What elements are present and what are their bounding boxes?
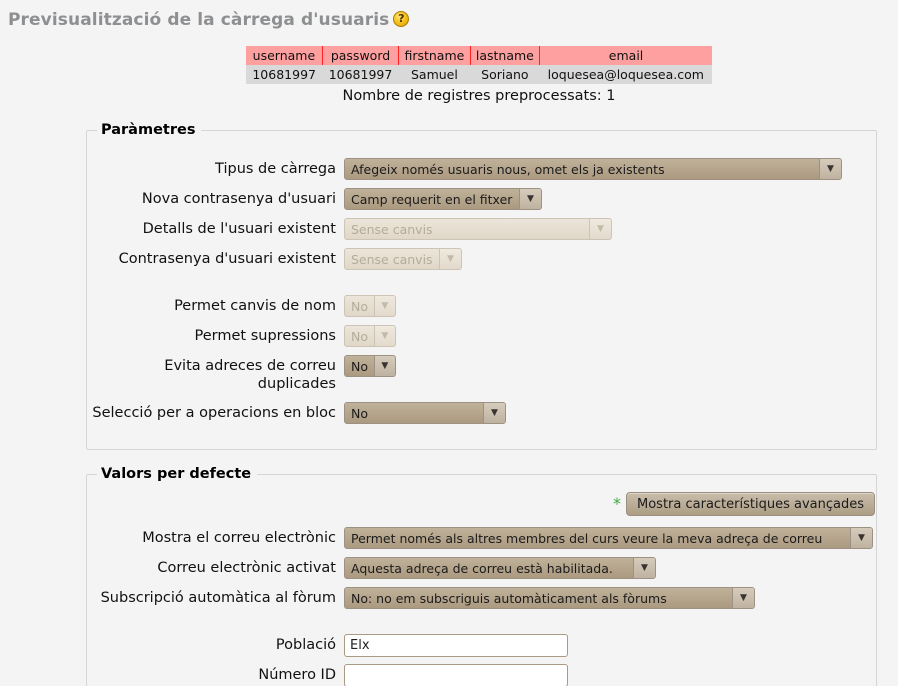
permet-supressions-selected-value: No [345,326,374,346]
label-mostra-el-correu-electronic: Mostra el correu electrònic [142,530,336,546]
column-header-password: password [322,46,400,65]
poblacio-input[interactable] [344,634,568,657]
control-permet-canvis-de-nom: No ▼ [344,295,396,317]
control-correu-electronic-activat: Aquesta adreça de correu està habilitada… [344,557,656,579]
label-permet-supressions: Permet supressions [194,328,336,344]
required-marker-icon: * [613,494,621,513]
label-contrasenya-dusuari-existent: Contrasenya d'usuari existent [118,251,336,267]
label-seleccio-per-a-operacions-en-bloc: Selecció per a operacions en bloc [92,405,336,421]
tipus-de-carrega-select[interactable]: Afegeix només usuaris nous, omet els ja … [344,158,842,180]
chevron-down-icon[interactable]: ▼ [732,588,754,608]
chevron-down-icon[interactable]: ▼ [850,528,872,548]
contrasenya-dusuari-existent-select: Sense canvis ▼ [344,248,462,270]
nova-contrasenya-dusuari-selected-value: Camp requerit en el fitxer [345,189,519,209]
tipus-de-carrega-selected-value: Afegeix només usuaris nous, omet els ja … [345,159,819,179]
control-mostra-el-correu-electronic: Permet només als altres membres del curs… [344,527,873,549]
label-numero-id: Número ID [258,667,336,683]
chevron-down-icon: ▼ [373,326,395,346]
table-row: 10681997 10681997 Samuel Soriano loquese… [246,65,712,84]
seleccio-per-a-operacions-en-bloc-selected-value: No [345,403,483,423]
control-contrasenya-dusuari-existent: Sense canvis ▼ [344,248,462,270]
permet-canvis-de-nom-selected-value: No [345,296,374,316]
control-permet-supressions: No ▼ [344,325,396,347]
label-detalls-de-lusuari-existent: Detalls de l'usuari existent [142,221,336,237]
correu-electronic-activat-select[interactable]: Aquesta adreça de correu està habilitada… [344,557,656,579]
chevron-down-icon[interactable]: ▼ [483,403,505,423]
numero-id-input[interactable] [344,664,568,686]
cell-username: 10681997 [246,65,323,84]
chevron-down-icon[interactable]: ▼ [519,189,541,209]
control-detalls-de-lusuari-existent: Sense canvis ▼ [344,218,612,240]
chevron-down-icon: ▼ [589,219,611,239]
preview-table-container: username password firstname lastname ema… [246,46,712,104]
chevron-down-icon: ▼ [373,296,395,316]
contrasenya-dusuari-existent-selected-value: Sense canvis [345,249,439,269]
evita-adreces-de-correu-duplicades-selected-value: No [345,356,374,376]
control-poblacio [344,634,568,657]
user-upload-preview-page: Previsualització de la càrrega d'usuaris… [0,0,898,686]
seleccio-per-a-operacions-en-bloc-select[interactable]: No ▼ [344,402,506,424]
label-permet-canvis-de-nom: Permet canvis de nom [174,298,336,314]
label-poblacio: Població [275,637,336,653]
correu-electronic-activat-selected-value: Aquesta adreça de correu està habilitada… [345,558,633,578]
parameters-legend: Paràmetres [101,122,196,138]
subscripcio-automatica-al-forum-selected-value: No: no em subscriguis automàticament als… [345,588,732,608]
chevron-down-icon: ▼ [439,249,461,269]
column-header-username: username [246,46,323,65]
control-tipus-de-carrega: Afegeix només usuaris nous, omet els ja … [344,158,842,180]
detalls-de-lusuari-existent-selected-value: Sense canvis [345,219,589,239]
mostra-el-correu-electronic-selected-value: Permet només als altres membres del curs… [345,528,850,548]
control-evita-adreces-de-correu-duplicades: No ▼ [344,355,396,377]
label-correu-electronic-activat: Correu electrònic activat [157,560,336,576]
control-nova-contrasenya-dusuari: Camp requerit en el fitxer ▼ [344,188,542,210]
cell-lastname: Soriano [470,65,540,84]
evita-adreces-de-correu-duplicades-select[interactable]: No ▼ [344,355,396,377]
control-numero-id [344,664,568,686]
help-icon[interactable]: ? [393,11,410,27]
page-title: Previsualització de la càrrega d'usuaris… [8,9,410,30]
help-icon-glyph: ? [398,12,405,25]
control-subscripcio-automatica-al-forum: No: no em subscriguis automàticament als… [344,587,755,609]
permet-supressions-select: No ▼ [344,325,396,347]
column-header-email: email [539,46,712,65]
chevron-down-icon[interactable]: ▼ [819,159,841,179]
cell-email: loquesea@loquesea.com [539,65,712,84]
control-seleccio-per-a-operacions-en-bloc: No ▼ [344,402,506,424]
record-count-label: Nombre de registres preprocessats: 1 [342,88,616,104]
page-title-text: Previsualització de la càrrega d'usuaris [8,10,390,30]
chevron-down-icon[interactable]: ▼ [633,558,655,578]
detalls-de-lusuari-existent-select: Sense canvis ▼ [344,218,612,240]
label-subscripcio-automatica-al-forum: Subscripció automàtica al fòrum [100,590,336,606]
label-evita-adreces-de-correu-duplicades: Evita adreces de correu duplicades [164,358,336,392]
defaults-legend: Valors per defecte [101,466,252,482]
nova-contrasenya-dusuari-select[interactable]: Camp requerit en el fitxer ▼ [344,188,542,210]
permet-canvis-de-nom-select: No ▼ [344,295,396,317]
cell-password: 10681997 [322,65,399,84]
label-tipus-de-carrega: Tipus de càrrega [215,161,336,177]
chevron-down-icon[interactable]: ▼ [373,356,395,376]
advanced-button-container: * Mostra característiques avançades [613,492,875,516]
preview-table: username password firstname lastname ema… [246,46,712,84]
column-header-firstname: firstname [398,46,471,65]
subscripcio-automatica-al-forum-select[interactable]: No: no em subscriguis automàticament als… [344,587,755,609]
column-header-lastname: lastname [470,46,541,65]
cell-firstname: Samuel [398,65,471,84]
table-header-row: username password firstname lastname ema… [246,46,712,65]
label-nova-contrasenya-dusuari: Nova contrasenya d'usuari [141,191,336,207]
show-advanced-button[interactable]: Mostra característiques avançades [626,492,875,516]
mostra-el-correu-electronic-select[interactable]: Permet només als altres membres del curs… [344,527,873,549]
